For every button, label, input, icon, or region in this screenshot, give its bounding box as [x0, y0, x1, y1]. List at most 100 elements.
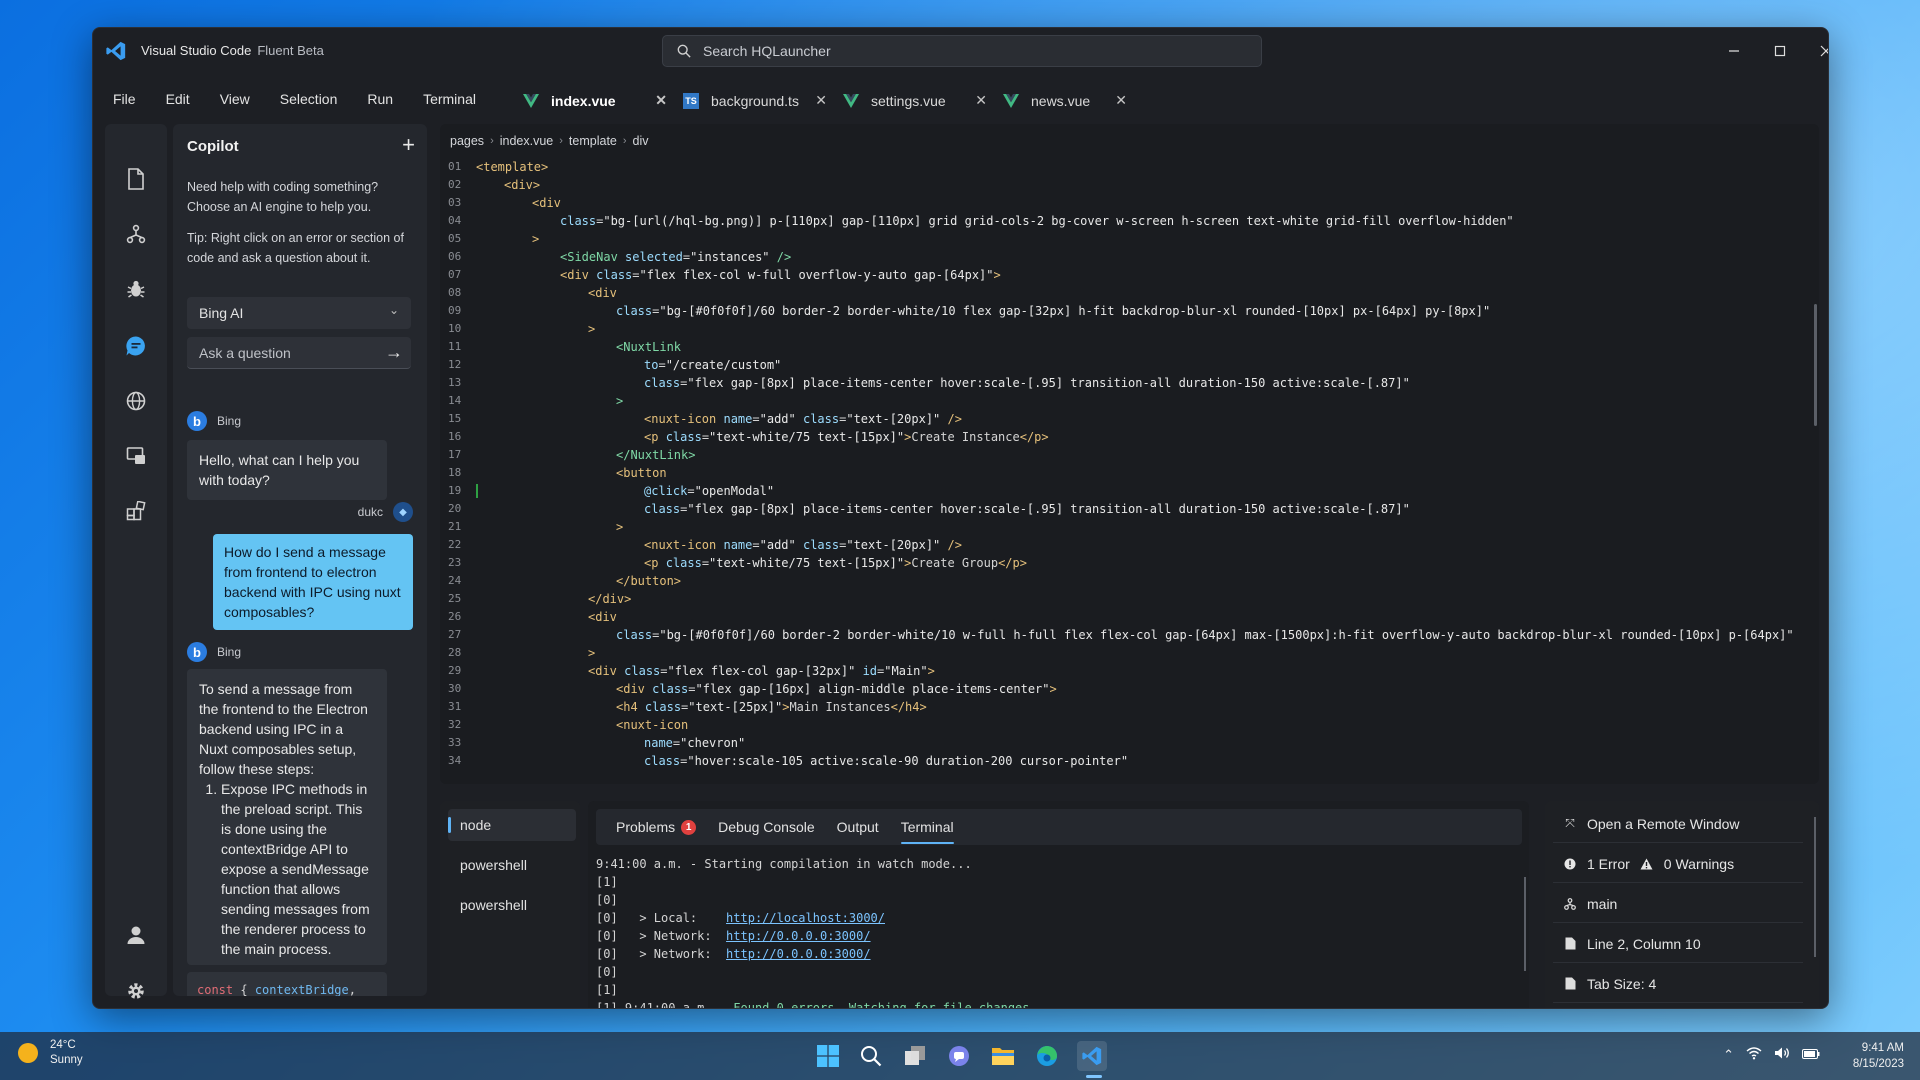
code-line[interactable]: 20 class="flex gap-[8px] place-items-cent… — [440, 500, 1819, 518]
code-line[interactable]: 15 <nuxt-icon name="add" class="text-[20p… — [440, 410, 1819, 428]
branch-status[interactable]: main — [1553, 885, 1803, 923]
menu-run[interactable]: Run — [367, 91, 393, 107]
code-line[interactable]: 31 <h4 class="text-[25px]">Main Instances… — [440, 698, 1819, 716]
code-line[interactable]: 12 to="/create/custom" — [440, 356, 1819, 374]
wifi-icon[interactable] — [1746, 1046, 1762, 1063]
command-search[interactable]: Search HQLauncher — [662, 35, 1262, 67]
close-tab-icon[interactable]: ✕ — [1115, 92, 1127, 109]
code-line[interactable]: 05 > — [440, 230, 1819, 248]
source-control-icon[interactable] — [125, 223, 147, 245]
breadcrumb-item[interactable]: index.vue — [500, 134, 554, 148]
maximize-button[interactable] — [1757, 28, 1803, 74]
menu-view[interactable]: View — [220, 91, 250, 107]
terminal-item-node[interactable]: node — [448, 809, 576, 841]
code-area[interactable]: 01 <template> 02 <div> 03 <div 04 class="bg-[ur… — [440, 158, 1819, 784]
code-line[interactable]: 27 class="bg-[#0f0f0f]/60 border-2 border… — [440, 626, 1819, 644]
terminal-item-powershell[interactable]: powershell — [448, 849, 576, 881]
code-line[interactable]: 18 <button — [440, 464, 1819, 482]
close-tab-icon[interactable]: ✕ — [655, 92, 667, 109]
remote-window-button[interactable]: ⤧ Open a Remote Window — [1553, 805, 1803, 843]
code-line[interactable]: 14 > — [440, 392, 1819, 410]
debug-bug-icon[interactable] — [125, 278, 147, 300]
vscode-taskbar-icon[interactable] — [1077, 1041, 1107, 1071]
code-line[interactable]: 02 <div> — [440, 176, 1819, 194]
volume-icon[interactable] — [1774, 1046, 1790, 1063]
code-line[interactable]: 01 <template> — [440, 158, 1819, 176]
taskbar-search-icon[interactable] — [856, 1041, 886, 1071]
menu-file[interactable]: File — [113, 91, 136, 107]
tab-problems[interactable]: Problems 1 — [616, 819, 697, 835]
edge-browser-icon[interactable] — [1032, 1041, 1062, 1071]
clock[interactable]: 9:41 AM 8/15/2023 — [1853, 1040, 1904, 1072]
menu-selection[interactable]: Selection — [280, 91, 338, 107]
task-view-icon[interactable] — [900, 1041, 930, 1071]
localhost-link[interactable]: http://localhost:3000/ — [726, 911, 885, 925]
code-line[interactable]: 33 name="chevron" — [440, 734, 1819, 752]
chevron-up-icon[interactable]: ⌃ — [1723, 1047, 1734, 1063]
cursor-position-status[interactable]: Line 2, Column 10 — [1553, 925, 1803, 963]
problems-status[interactable]: 1 Error 0 Warnings — [1553, 845, 1803, 883]
settings-gear-icon[interactable] — [125, 980, 147, 1002]
new-chat-plus-icon[interactable]: + — [402, 132, 415, 158]
code-line[interactable]: 25 </div> — [440, 590, 1819, 608]
close-tab-icon[interactable]: ✕ — [975, 92, 987, 109]
battery-icon[interactable] — [1802, 1047, 1820, 1062]
minimize-button[interactable] — [1711, 28, 1757, 74]
close-window-button[interactable] — [1803, 28, 1828, 74]
breadcrumb-item[interactable]: pages — [450, 134, 484, 148]
code-editor[interactable]: pages › index.vue › template › div 01 <templ… — [440, 124, 1819, 784]
code-line[interactable]: 03 <div — [440, 194, 1819, 212]
code-line[interactable]: 21 > — [440, 518, 1819, 536]
code-line[interactable]: 32 <nuxt-icon — [440, 716, 1819, 734]
network-link[interactable]: http://0.0.0.0:3000/ — [726, 947, 871, 961]
tab-debug-console[interactable]: Debug Console — [718, 819, 815, 835]
breadcrumb-item[interactable]: template — [569, 134, 617, 148]
menu-terminal[interactable]: Terminal — [423, 91, 476, 107]
send-arrow-icon[interactable]: → — [385, 342, 403, 363]
code-line[interactable]: 23 <p class="text-white/75 text-[15px]">C… — [440, 554, 1819, 572]
ask-question-input[interactable]: Ask a question → — [187, 337, 411, 369]
tab-terminal[interactable]: Terminal — [900, 819, 954, 844]
extensions-icon[interactable] — [125, 500, 147, 522]
remote-explorer-icon[interactable] — [125, 390, 147, 412]
code-line[interactable]: 10 > — [440, 320, 1819, 338]
code-line[interactable]: 17 </NuxtLink> — [440, 446, 1819, 464]
copilot-chat-icon[interactable] — [125, 335, 147, 357]
tab-size-status[interactable]: Tab Size: 4 — [1553, 965, 1803, 1003]
run-deploy-icon[interactable] — [125, 445, 147, 467]
menu-edit[interactable]: Edit — [166, 91, 190, 107]
status-scrollbar[interactable] — [1814, 817, 1816, 957]
code-line[interactable]: 06 <SideNav selected="instances" /> — [440, 248, 1819, 266]
teams-chat-icon[interactable] — [944, 1041, 974, 1071]
explorer-icon[interactable] — [125, 168, 147, 190]
code-line[interactable]: 24 </button> — [440, 572, 1819, 590]
start-windows-icon[interactable] — [813, 1041, 843, 1071]
tab-index-vue[interactable]: index.vue ✕ — [513, 84, 673, 118]
account-icon[interactable] — [125, 924, 147, 946]
weather-widget[interactable]: 24°C Sunny — [18, 1038, 83, 1068]
code-line[interactable]: 22 <nuxt-icon name="add" class="text-[20p… — [440, 536, 1819, 554]
code-line[interactable]: 07 <div class="flex flex-col w-full overf… — [440, 266, 1819, 284]
code-line[interactable]: 16 <p class="text-white/75 text-[15px]">C… — [440, 428, 1819, 446]
code-line[interactable]: 26 <div — [440, 608, 1819, 626]
tab-background-ts[interactable]: TS background.ts ✕ — [673, 84, 833, 118]
code-line[interactable]: 19 @click="openModal" — [440, 482, 1819, 500]
editor-scrollbar[interactable] — [1814, 304, 1817, 426]
code-line[interactable]: 13 class="flex gap-[8px] place-items-cent… — [440, 374, 1819, 392]
code-line[interactable]: 11 <NuxtLink — [440, 338, 1819, 356]
breadcrumb-item[interactable]: div — [633, 134, 649, 148]
code-line[interactable]: 34 class="hover:scale-105 active:scale-90… — [440, 752, 1819, 770]
code-line[interactable]: 09 class="bg-[#0f0f0f]/60 border-2 border… — [440, 302, 1819, 320]
code-line[interactable]: 30 <div class="flex gap-[16px] align-midd… — [440, 680, 1819, 698]
code-line[interactable]: 04 class="bg-[url(/hql-bg.png)] p-[110px]… — [440, 212, 1819, 230]
close-tab-icon[interactable]: ✕ — [815, 92, 827, 109]
file-explorer-icon[interactable] — [988, 1041, 1018, 1071]
tab-output[interactable]: Output — [837, 819, 879, 835]
network-link[interactable]: http://0.0.0.0:3000/ — [726, 929, 871, 943]
code-line[interactable]: 08 <div — [440, 284, 1819, 302]
terminal-output[interactable]: 9:41:00 a.m. - Starting compilation in w… — [596, 855, 1496, 1008]
tab-settings-vue[interactable]: settings.vue ✕ — [833, 84, 993, 118]
terminal-scrollbar[interactable] — [1524, 877, 1526, 971]
ai-engine-select[interactable]: Bing AI ⌄ — [187, 297, 411, 329]
terminal-item-powershell[interactable]: powershell — [448, 889, 576, 921]
